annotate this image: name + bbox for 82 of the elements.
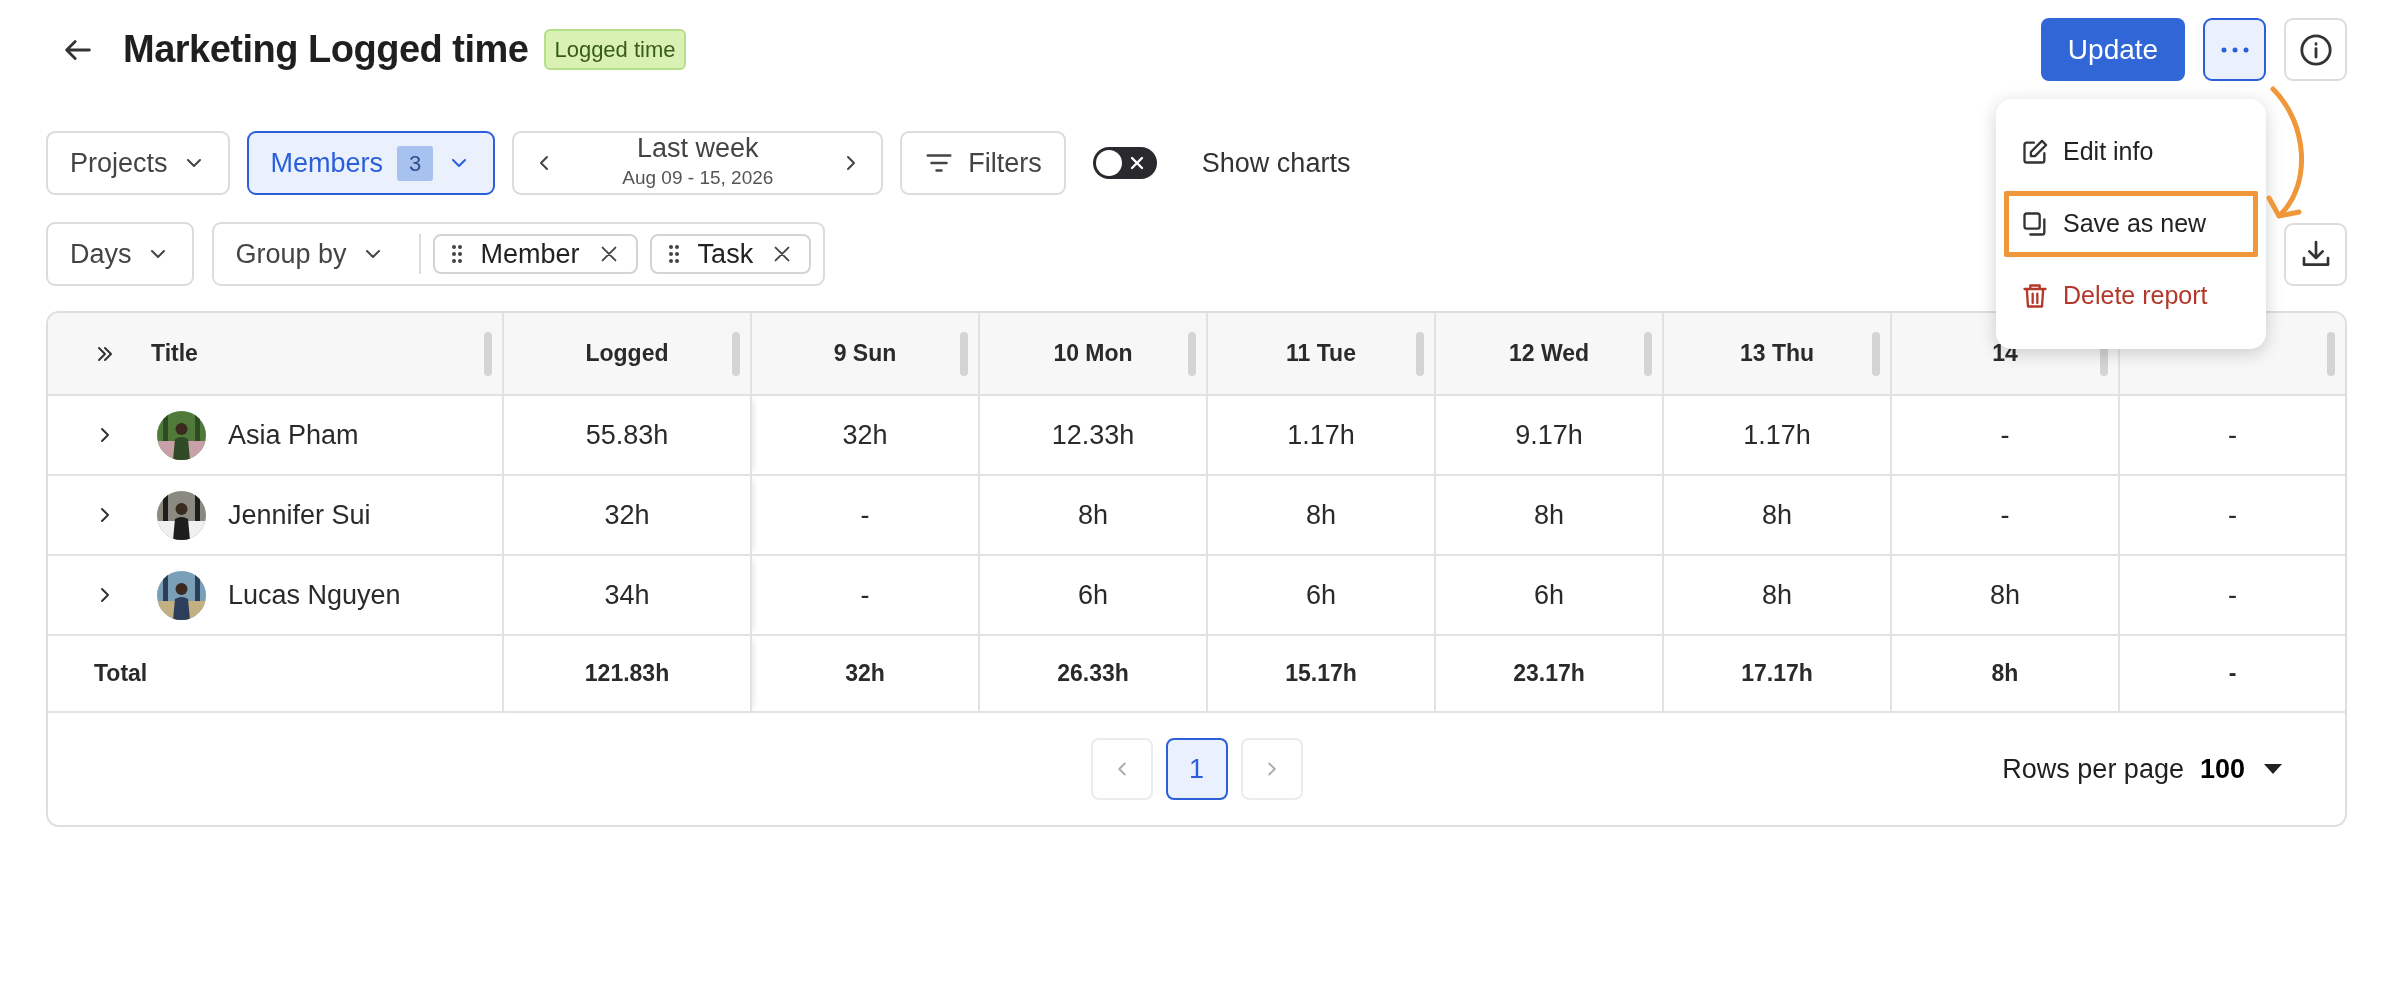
info-icon: [2298, 32, 2333, 67]
table-cell: 8h: [1761, 579, 1792, 610]
total-cell: 15.17h: [1285, 660, 1357, 687]
table-cell: -: [860, 499, 870, 530]
member-name: Asia Pham: [228, 418, 359, 452]
table-cell: 1.17h: [1287, 419, 1355, 450]
total-cell: 26.33h: [1057, 660, 1129, 687]
group-chip[interactable]: Member: [432, 234, 638, 274]
table-cell: 8h: [1305, 499, 1336, 530]
period-dropdown[interactable]: Days: [46, 222, 194, 286]
column-header: Logged: [585, 340, 669, 367]
drag-handle-icon: [667, 244, 680, 264]
caret-icon: [2263, 763, 2283, 775]
table-cell: 6h: [1533, 579, 1564, 610]
menu-item[interactable]: Save as new: [2004, 191, 2258, 257]
column-header: 9 Sun: [833, 340, 897, 367]
column-header: 12 Wed: [1508, 340, 1590, 367]
update-button[interactable]: Update: [2041, 18, 2185, 81]
date-range-text: Aug 09 - 15, 2026: [622, 165, 774, 190]
table-cell: 9.17h: [1515, 419, 1583, 450]
resize-handle[interactable]: [1644, 332, 1652, 376]
date-range-label: Last week: [637, 133, 759, 164]
more-button[interactable]: [2203, 18, 2266, 81]
total-cell: 32h: [845, 660, 885, 687]
resize-handle[interactable]: [732, 332, 740, 376]
table-cell: -: [2000, 419, 2010, 450]
cross-icon: [1128, 155, 1145, 171]
total-label: Total: [94, 660, 148, 687]
column-header: 13 Thu: [1739, 340, 1815, 367]
table-cell: 6h: [1305, 579, 1336, 610]
table-cell: 8h: [1077, 499, 1108, 530]
count-badge: 3: [397, 145, 434, 181]
toggle-label: Show charts: [1201, 146, 1351, 180]
resize-handle[interactable]: [484, 332, 492, 376]
table-cell: -: [2228, 499, 2237, 530]
column-header: Title: [151, 339, 198, 369]
resize-handle[interactable]: [960, 332, 968, 376]
table-cell: -: [2228, 419, 2237, 450]
toggle-switch[interactable]: [1092, 147, 1157, 179]
total-cell: 17.17h: [1741, 660, 1813, 687]
column-header: 11 Tue: [1286, 340, 1356, 367]
resize-handle[interactable]: [1872, 332, 1880, 376]
table-cell: 32h: [842, 419, 888, 450]
table-cell: 8h: [1761, 499, 1792, 530]
table-cell: -: [860, 579, 870, 610]
table-cell: 34h: [604, 579, 650, 610]
total-cell: 8h: [1991, 660, 2019, 687]
download-button[interactable]: [2284, 222, 2347, 286]
trash-icon: [2021, 282, 2049, 310]
resize-handle[interactable]: [2327, 332, 2335, 376]
table-cell: 8h: [1989, 579, 2020, 610]
copy-icon: [2021, 210, 2049, 238]
member-name: Jennifer Sui: [228, 498, 371, 532]
filters-button[interactable]: Filters: [900, 131, 1066, 195]
report-tag: Logged time: [544, 29, 686, 70]
total-cell: -: [2228, 660, 2237, 687]
page-button[interactable]: 1: [1165, 738, 1228, 800]
resize-handle[interactable]: [1188, 332, 1196, 376]
total-cell: 121.83h: [584, 660, 670, 687]
table-cell: 32h: [604, 499, 650, 530]
column-header: 10 Mon: [1053, 340, 1133, 367]
table-cell: -: [2000, 499, 2010, 530]
table-cell: 6h: [1077, 579, 1108, 610]
table-cell: 12.33h: [1051, 419, 1135, 450]
edit-icon: [2021, 138, 2049, 166]
menu-item[interactable]: Edit info: [2004, 119, 2258, 185]
member-name: Lucas Nguyen: [228, 578, 401, 612]
table-cell: 8h: [1533, 499, 1564, 530]
table-cell: 55.83h: [585, 419, 669, 450]
group-chip[interactable]: Task: [649, 234, 812, 274]
table-cell: 1.17h: [1743, 419, 1811, 450]
info-button[interactable]: [2284, 18, 2347, 81]
filter-dropdown[interactable]: Members 3: [246, 131, 496, 195]
menu-item[interactable]: Delete report: [2004, 263, 2258, 329]
total-cell: 23.17h: [1513, 660, 1585, 687]
rows-per-page-select[interactable]: 100: [2199, 748, 2283, 790]
page-title: Marketing Logged time: [123, 27, 529, 72]
rows-per-page-label: Rows per page: [2002, 752, 2184, 786]
filter-dropdown[interactable]: Projects: [46, 131, 230, 195]
resize-handle[interactable]: [1416, 332, 1424, 376]
drag-handle-icon: [450, 244, 463, 264]
table-cell: -: [2228, 579, 2237, 610]
